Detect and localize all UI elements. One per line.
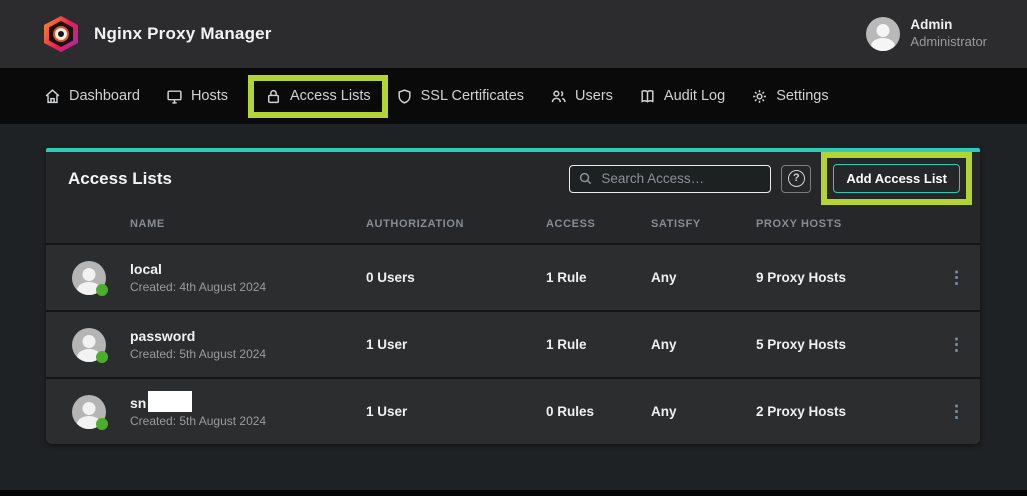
help-button[interactable]: ? <box>781 165 811 193</box>
nav-label: Hosts <box>191 88 228 104</box>
column-header-name: NAME <box>130 218 366 230</box>
nav-item-access-lists[interactable]: Access Lists <box>265 88 371 105</box>
nav-item-users[interactable]: Users <box>550 88 613 105</box>
user-role: Administrator <box>910 34 987 50</box>
access-list-name: sn <box>130 393 146 413</box>
satisfy-value: Any <box>651 270 756 285</box>
nav-label: Dashboard <box>69 88 140 104</box>
access-value: 1 Rule <box>546 337 651 352</box>
row-menu-kebab-icon[interactable]: ⋮ <box>948 336 960 353</box>
proxy-hosts-value: 2 Proxy Hosts <box>756 404 948 419</box>
satisfy-value: Any <box>651 404 756 419</box>
access-value: 0 Rules <box>546 404 651 419</box>
access-list-name: local <box>130 259 366 279</box>
search-icon <box>578 171 593 186</box>
online-status-dot <box>96 351 108 363</box>
nav-label: Users <box>575 88 613 104</box>
user-name: Admin <box>910 17 987 34</box>
table-row: sn Created: 5th August 2024 1 User 0 Rul… <box>46 377 980 444</box>
avatar <box>72 328 106 362</box>
access-lists-card: Access Lists ? Add Access List NAM <box>46 148 980 444</box>
created-date: Created: 4th August 2024 <box>130 279 366 296</box>
search-input[interactable] <box>601 171 762 186</box>
proxy-hosts-value: 5 Proxy Hosts <box>756 337 948 352</box>
table-row: password Created: 5th August 2024 1 User… <box>46 310 980 377</box>
highlight-box-access-lists: Access Lists <box>248 75 388 118</box>
users-icon <box>550 88 567 105</box>
question-circle-icon: ? <box>788 170 805 187</box>
avatar <box>72 261 106 295</box>
user-avatar person-icon <box>866 17 900 51</box>
book-icon <box>639 88 656 105</box>
npm-hexagon-logo <box>44 16 78 52</box>
app-title: Nginx Proxy Manager <box>94 24 272 44</box>
column-header-access: ACCESS <box>546 218 651 230</box>
row-menu-kebab-icon[interactable]: ⋮ <box>948 269 960 286</box>
nav-item-hosts[interactable]: Hosts <box>166 88 228 105</box>
nav-item-ssl-certificates[interactable]: SSL Certificates <box>396 88 524 105</box>
nav-item-audit-log[interactable]: Audit Log <box>639 88 725 105</box>
page-content: Access Lists ? Add Access List NAM <box>0 124 1027 490</box>
main-nav: Dashboard Hosts Access Lists SSL Certifi… <box>0 68 1027 124</box>
authorization-value: 0 Users <box>366 270 546 285</box>
screen: Nginx Proxy Manager Admin Administrator … <box>0 0 1027 496</box>
add-access-list-button[interactable]: Add Access List <box>833 164 960 193</box>
created-date: Created: 5th August 2024 <box>130 346 366 363</box>
access-value: 1 Rule <box>546 270 651 285</box>
avatar <box>72 395 106 429</box>
page-title: Access Lists <box>68 169 172 189</box>
authorization-value: 1 User <box>366 337 546 352</box>
authorization-value: 1 User <box>366 404 546 419</box>
nav-item-dashboard[interactable]: Dashboard <box>44 88 140 105</box>
bottom-strip <box>0 490 1027 496</box>
shield-icon <box>396 88 413 105</box>
nav-label: Audit Log <box>664 88 725 104</box>
column-header-authorization: AUTHORIZATION <box>366 218 546 230</box>
search-box <box>569 165 771 193</box>
app-header: Nginx Proxy Manager Admin Administrator <box>0 0 1027 68</box>
table-header-row: NAME AUTHORIZATION ACCESS SATISFY PROXY … <box>46 205 980 243</box>
highlight-box-add-access-list: Add Access List <box>821 152 972 205</box>
home-icon <box>44 88 61 105</box>
gear-icon <box>751 88 768 105</box>
nav-label: Access Lists <box>290 88 371 104</box>
created-date: Created: 5th August 2024 <box>130 413 366 430</box>
column-header-proxy-hosts: PROXY HOSTS <box>756 218 948 230</box>
user-menu[interactable]: Admin Administrator <box>866 17 987 51</box>
online-status-dot <box>96 284 108 296</box>
satisfy-value: Any <box>651 337 756 352</box>
redaction-box <box>148 391 192 412</box>
monitor-icon <box>166 88 183 105</box>
lock-icon <box>265 88 282 105</box>
online-status-dot <box>96 418 108 430</box>
column-header-satisfy: SATISFY <box>651 218 756 230</box>
proxy-hosts-value: 9 Proxy Hosts <box>756 270 948 285</box>
table-row: local Created: 4th August 2024 0 Users 1… <box>46 243 980 310</box>
nav-label: Settings <box>776 88 828 104</box>
card-header: Access Lists ? Add Access List <box>46 152 980 205</box>
nav-item-settings[interactable]: Settings <box>751 88 828 105</box>
row-menu-kebab-icon[interactable]: ⋮ <box>948 403 960 420</box>
access-list-name: password <box>130 326 366 346</box>
nav-label: SSL Certificates <box>421 88 524 104</box>
